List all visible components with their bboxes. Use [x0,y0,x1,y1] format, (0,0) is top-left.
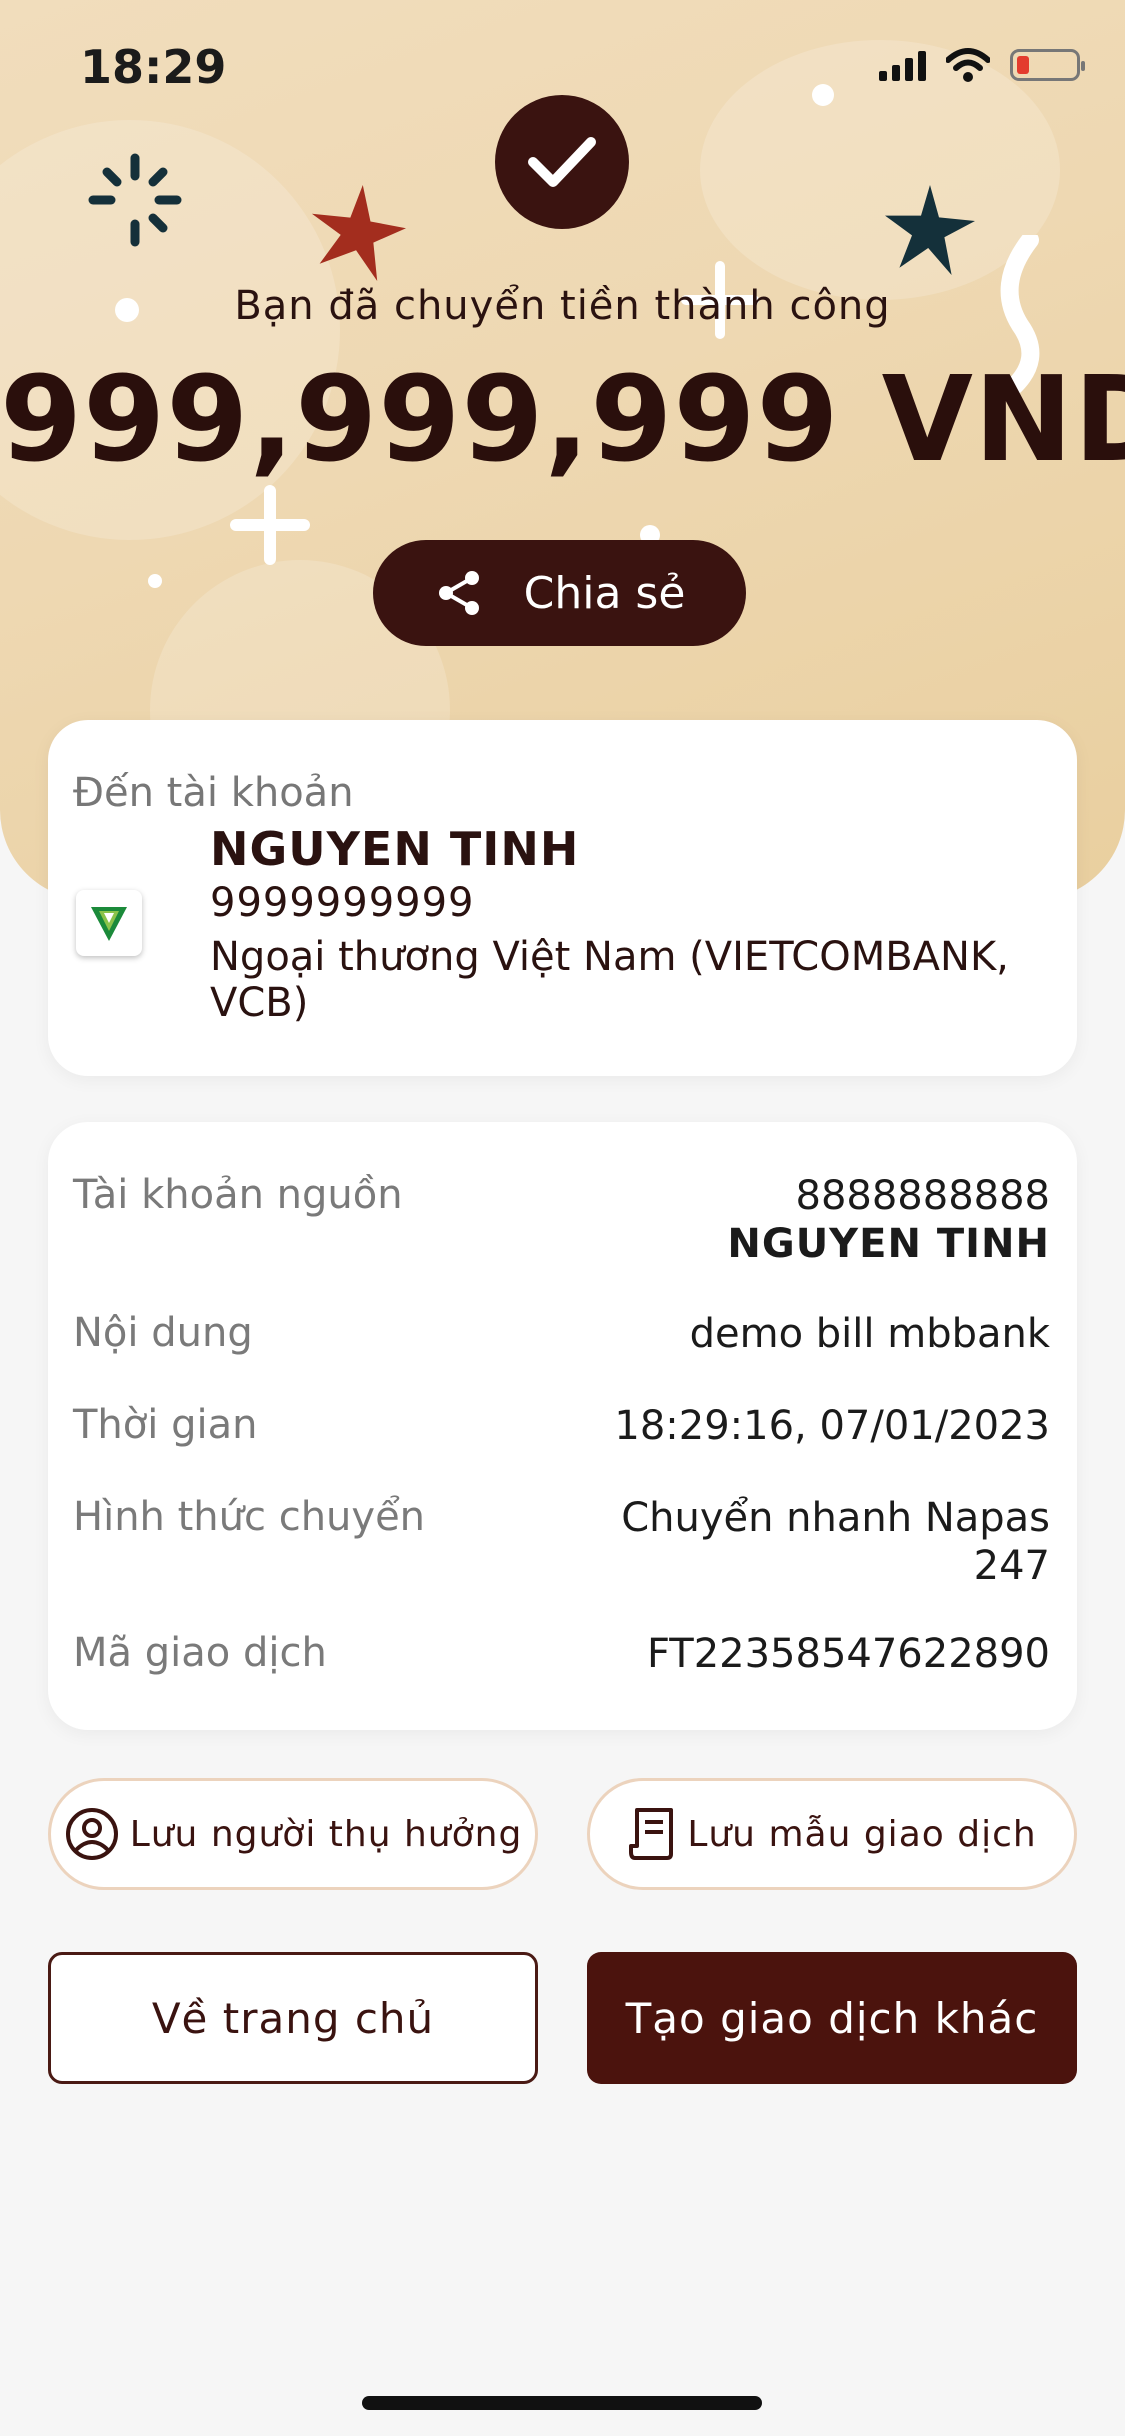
source-account-row: Tài khoản nguồn 8888888888 NGUYEN TINH [73,1172,1050,1268]
vietcombank-logo [76,890,142,956]
transaction-id-row: Mã giao dịch FT22358547622890 [73,1630,1050,1678]
dot-decoration [812,84,834,106]
red-star-decoration [311,185,406,281]
destination-card: Đến tài khoản NGUYEN TINH 9999999999 Ngo… [48,720,1077,1076]
status-time: 18:29 [80,40,227,94]
user-circle-icon [65,1808,118,1860]
content-value: demo bill mbbank [689,1311,1050,1357]
success-check-badge [495,95,629,229]
content-label: Nội dung [73,1310,253,1356]
save-template-button[interactable]: Lưu mẫu giao dịch [587,1778,1077,1890]
share-label: Chia sẻ [523,567,686,619]
status-icons [879,48,1085,82]
save-template-label: Lưu mẫu giao dịch [687,1813,1037,1855]
recipient-account-number: 9999999999 [210,880,475,926]
source-account-label: Tài khoản nguồn [73,1172,403,1218]
recipient-name: NGUYEN TINH [210,822,580,876]
wifi-icon [946,48,990,82]
time-label: Thời gian [73,1402,258,1448]
transaction-id-label: Mã giao dịch [73,1630,327,1676]
plus-decoration [230,485,310,565]
dot-decoration [148,574,162,588]
source-account-name: NGUYEN TINH [727,1221,1050,1267]
transaction-details-card: Tài khoản nguồn 8888888888 NGUYEN TINH N… [48,1122,1077,1730]
save-beneficiary-label: Lưu người thụ hưởng [129,1813,523,1855]
home-button[interactable]: Về trang chủ [48,1952,538,2084]
receipt-icon [629,1808,674,1860]
new-transaction-button[interactable]: Tạo giao dịch khác [587,1952,1077,2084]
time-row: Thời gian 18:29:16, 07/01/2023 [73,1402,1050,1450]
dark-star-decoration [885,185,975,275]
time-value: 18:29:16, 07/01/2023 [614,1403,1050,1449]
transfer-method-label: Hình thức chuyển [73,1494,426,1540]
transfer-method-row: Hình thức chuyển Chuyển nhanh Napas 247 [73,1494,1050,1590]
content-row: Nội dung demo bill mbbank [73,1310,1050,1358]
share-button[interactable]: Chia sẻ [373,540,746,646]
transfer-method-value: Chuyển nhanh Napas 247 [621,1495,1050,1589]
home-indicator[interactable] [362,2396,762,2410]
save-beneficiary-button[interactable]: Lưu người thụ hưởng [48,1778,538,1890]
source-account-number: 8888888888 [795,1173,1051,1219]
recipient-bank: Ngoại thương Việt Nam (VIETCOMBANK, VCB) [210,934,1009,1026]
success-message: Bạn đã chuyển tiền thành công [234,283,891,329]
transfer-amount: 999,999,999 VND [0,350,1125,488]
transaction-id-value: FT22358547622890 [646,1631,1050,1677]
destination-label: Đến tài khoản [73,770,354,816]
share-icon [438,571,479,615]
sparkle-decoration [88,153,182,247]
signal-icon [879,49,926,81]
battery-icon [1010,49,1085,81]
checkmark-icon [528,137,596,187]
